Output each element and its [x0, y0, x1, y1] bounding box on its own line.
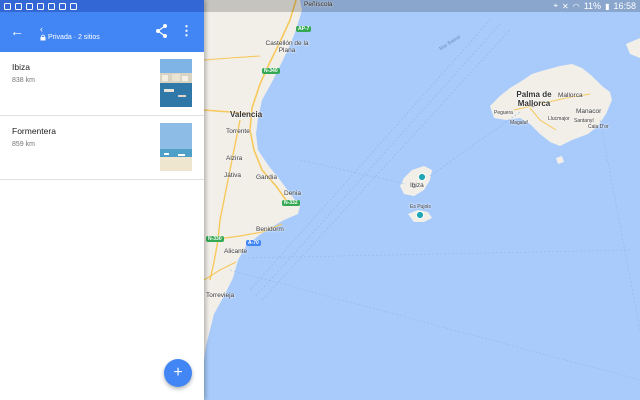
list-item[interactable]: Ibiza 838 km: [0, 52, 204, 116]
share-icon[interactable]: [154, 22, 170, 40]
road-shield-n340: N-340: [262, 68, 280, 74]
map-label-palma: Palma de Mallorca: [516, 90, 552, 108]
back-arrow-icon[interactable]: ←: [8, 22, 26, 40]
map-label-llucmajor: Llucmajor: [548, 116, 570, 122]
place-name: Formentera: [12, 126, 56, 136]
check-icon: [26, 2, 33, 10]
map-label-benidorm: Benidorm: [256, 226, 284, 233]
map-label-torrevieja: Torrevieja: [206, 292, 235, 299]
status-right: ⌖ ✕ ◠ 11% ▮ 16:58: [554, 1, 637, 11]
list-title: ‹: [40, 24, 43, 34]
place-thumbnail[interactable]: [160, 123, 192, 171]
map-label-xativa: Játiva: [224, 172, 241, 179]
panel-status-strip: [0, 0, 204, 12]
map-label-peguera: Peguera: [494, 110, 513, 116]
formentera-saved-pin[interactable]: [415, 210, 425, 220]
map-label-gandia: Gandia: [256, 174, 277, 181]
twitter-icon: [59, 2, 66, 10]
map-label-torrente: Torrente: [226, 128, 250, 135]
place-distance: 838 km: [12, 77, 35, 84]
add-place-button[interactable]: +: [164, 359, 192, 387]
map-label-alicante: Alicante: [224, 248, 248, 255]
mail-icon: [70, 2, 77, 10]
saved-list-panel: ← ‹ Privada · 2 sitios ⋮ Ibiza 838 km Fo…: [0, 0, 204, 400]
battery-icon: ▮: [605, 1, 610, 11]
map-label-denia: Denia: [284, 190, 301, 197]
clock: 16:58: [613, 1, 636, 11]
map-label-mallorca: Mallorca: [558, 92, 583, 99]
panel-header: ← ‹ Privada · 2 sitios ⋮: [0, 0, 204, 52]
map-label-es-pujols: Es Pujols: [410, 204, 431, 210]
road-shield-n332: N-332: [282, 200, 300, 206]
place-name: Ibiza: [12, 62, 30, 72]
road-shield-a70: A-70: [246, 240, 261, 246]
list-item[interactable]: Formentera 859 km: [0, 116, 204, 180]
mute-icon: ✕: [562, 1, 569, 11]
list-meta: Privada · 2 sitios: [40, 34, 100, 41]
list-meta-text: Privada · 2 sitios: [48, 34, 100, 41]
map-label-magaluf: Magaluf: [510, 120, 528, 126]
lock-icon: [40, 34, 46, 41]
location-icon: ⌖: [553, 1, 559, 10]
map-label-manacor: Manacor: [576, 108, 602, 115]
wifi-icon: ◠: [572, 1, 580, 11]
instagram-icon: [15, 2, 22, 10]
map-label-alzira: Alzira: [226, 155, 243, 162]
map-label-cala-dor: Cala D'or: [588, 124, 609, 130]
battery-percent: 11%: [583, 1, 602, 11]
ibiza-saved-pin[interactable]: [417, 172, 427, 182]
place-thumbnail[interactable]: [160, 59, 192, 107]
road-shield-n330: N-330: [206, 236, 224, 242]
check-icon: [4, 2, 11, 10]
map-label-valencia: Valencia: [230, 110, 263, 119]
place-distance: 859 km: [12, 141, 35, 148]
map-label-castellon: Castellón de la Plana: [265, 40, 309, 54]
road-shield-ap7-north: AP-7: [296, 26, 312, 32]
map-label-ibiza: Ibiza: [410, 182, 424, 189]
more-options-icon[interactable]: ⋮: [180, 22, 193, 40]
instagram-icon: [48, 2, 55, 10]
mail-icon: [37, 2, 44, 10]
